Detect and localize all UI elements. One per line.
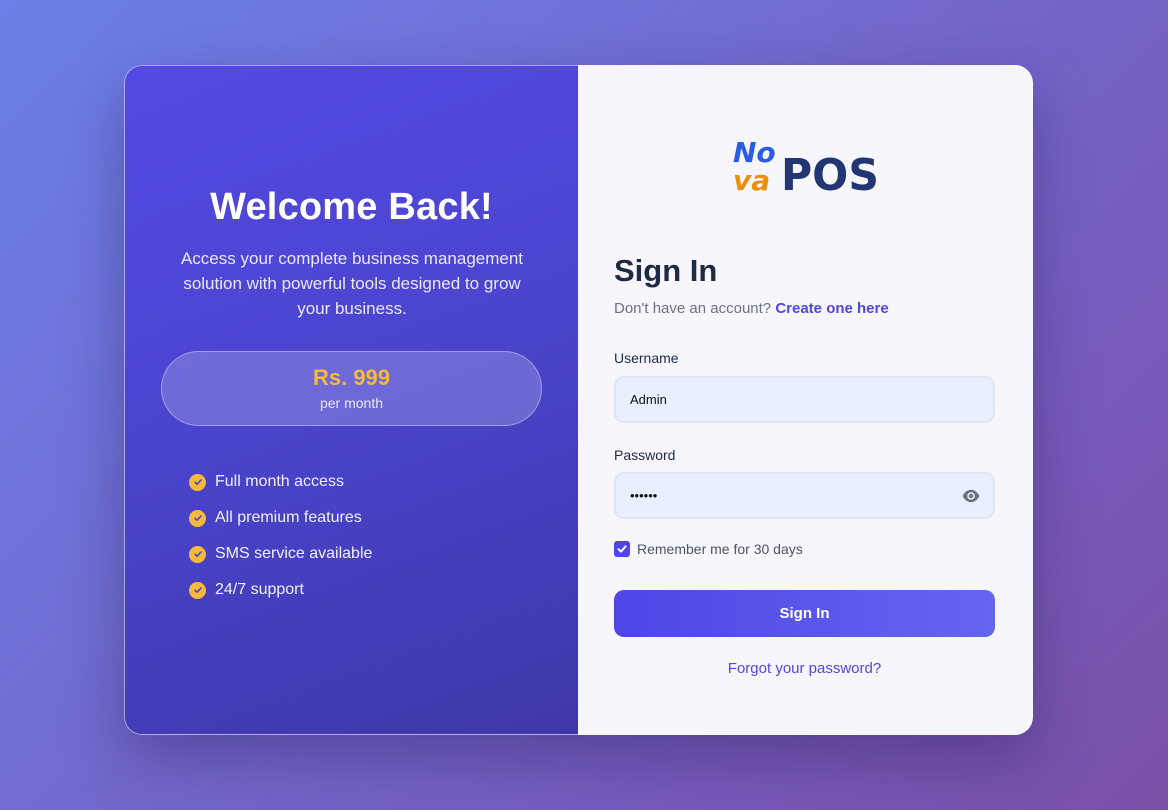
create-account-link[interactable]: Create one here xyxy=(775,300,888,317)
sign-in-button[interactable]: Sign In xyxy=(614,590,995,637)
feature-list: Full month access All premium features S… xyxy=(189,464,372,608)
feature-label: SMS service available xyxy=(215,545,373,562)
check-circle-icon xyxy=(189,473,206,491)
account-prompt: Don't have an account? Create one here xyxy=(614,300,889,317)
check-circle-icon xyxy=(189,545,206,563)
logo-text-main: POS xyxy=(781,150,879,195)
price-period: per month xyxy=(319,395,384,411)
password-label: Password xyxy=(614,447,676,463)
price-badge: Rs. 999 per month xyxy=(161,351,542,426)
remember-me: Remember me for 30 days xyxy=(614,541,803,557)
account-prompt-text: Don't have an account? xyxy=(614,300,772,317)
feature-item: SMS service available xyxy=(189,536,372,572)
check-circle-icon xyxy=(189,581,206,599)
price-amount: Rs. 999 xyxy=(312,365,391,390)
username-label: Username xyxy=(614,350,679,366)
page-title: Sign In xyxy=(614,253,718,288)
feature-item: 24/7 support xyxy=(189,572,372,608)
welcome-subtitle: Access your complete business management… xyxy=(180,249,524,318)
feature-label: Full month access xyxy=(215,473,344,490)
remember-checkbox[interactable] xyxy=(614,541,630,557)
promo-panel: Welcome Back! Access your complete busin… xyxy=(124,65,578,735)
feature-label: 24/7 support xyxy=(215,581,304,598)
feature-label: All premium features xyxy=(215,509,362,526)
logo-text-bottom: va xyxy=(733,164,770,195)
feature-item: All premium features xyxy=(189,500,372,536)
eye-icon[interactable] xyxy=(961,486,981,506)
novapos-logo: No va POS xyxy=(733,136,879,195)
signin-panel: No va POS Sign In Don't have an account?… xyxy=(578,65,1033,735)
feature-item: Full month access xyxy=(189,464,372,500)
username-input[interactable] xyxy=(614,376,995,423)
password-input[interactable] xyxy=(614,472,995,519)
remember-label: Remember me for 30 days xyxy=(637,541,803,557)
welcome-title: Welcome Back! xyxy=(210,186,493,228)
check-circle-icon xyxy=(189,509,206,527)
login-card: Welcome Back! Access your complete busin… xyxy=(124,65,1033,735)
forgot-password-link[interactable]: Forgot your password? xyxy=(614,660,995,677)
